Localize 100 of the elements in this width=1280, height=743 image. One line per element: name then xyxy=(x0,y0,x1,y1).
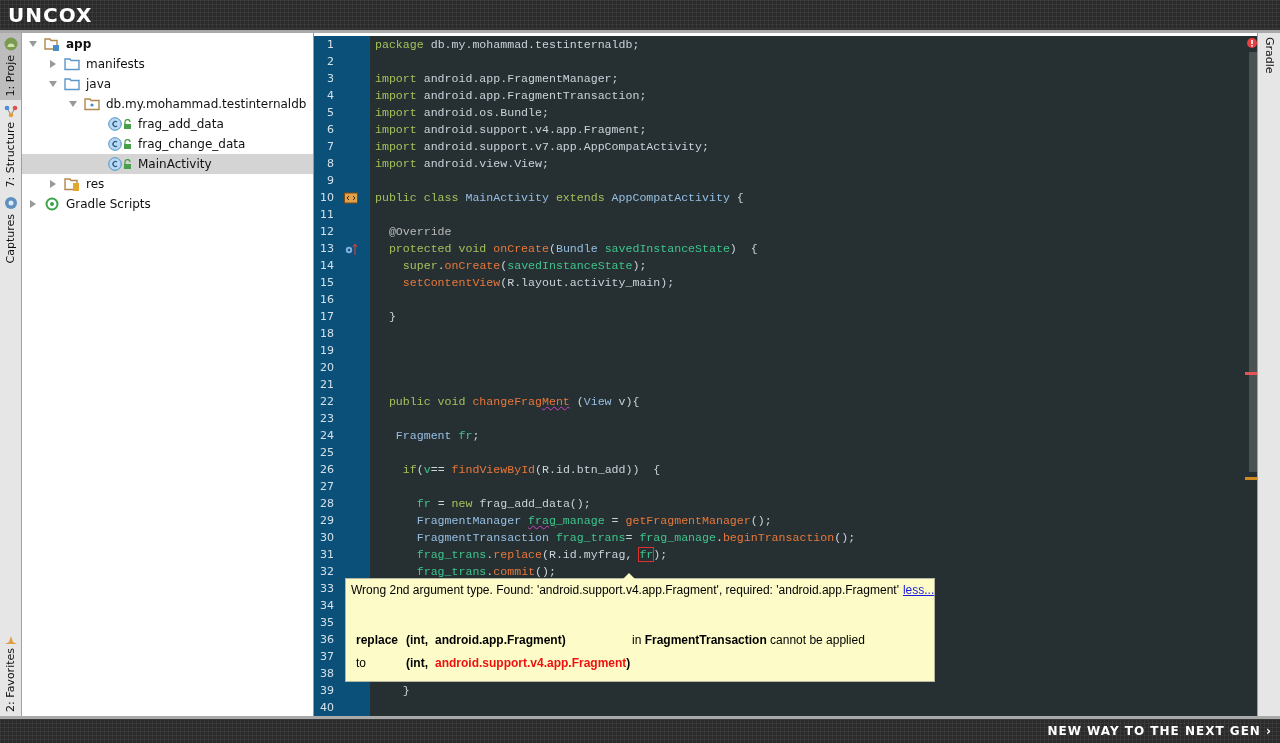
code-line: package db.my.mohammad.testinternaldb; xyxy=(375,38,640,51)
code-line: super.onCreate(savedInstanceState); xyxy=(401,259,647,272)
line-number: 22 xyxy=(319,395,334,408)
lock-icon xyxy=(123,139,132,149)
less-link[interactable]: less... xyxy=(902,583,935,597)
line-number: 24 xyxy=(319,429,334,442)
line-number: 30 xyxy=(319,531,334,544)
tool-window-tab[interactable]: Captures xyxy=(0,191,21,268)
lock-icon xyxy=(123,119,132,129)
line-number: 20 xyxy=(319,361,334,374)
signature-text: android.support.v4.app.Fragment) xyxy=(435,656,632,670)
line-number: 29 xyxy=(319,514,334,527)
tree-item[interactable]: app xyxy=(22,34,313,54)
tree-item[interactable]: java xyxy=(22,74,313,94)
signature-text: android.app.Fragment) xyxy=(435,633,567,647)
line-number: 2 xyxy=(326,55,334,68)
code-line: setContentView(R.layout.activity_main); xyxy=(401,276,675,289)
tree-item[interactable]: manifests xyxy=(22,54,313,74)
folder-icon xyxy=(64,77,80,91)
gradle-icon xyxy=(44,197,60,211)
error-message: Wrong 2nd argument type. Found: 'android.support.v4.app.Fragment', required: 'android.app.Fragment' xyxy=(351,583,899,597)
logo: UNCOX xyxy=(8,3,93,27)
code-line: frag_trans.commit(); xyxy=(415,565,556,578)
class-icon xyxy=(108,117,122,131)
collapse-arrow-icon[interactable] xyxy=(28,199,38,209)
code-line: } xyxy=(401,684,410,697)
line-number: 28 xyxy=(319,497,334,510)
resource-folder-icon xyxy=(64,177,80,191)
code-line: if(v== findViewById(R.id.btn_add)) { xyxy=(401,463,661,476)
tool-window-tab[interactable]: 2: Favorites xyxy=(0,632,21,716)
folder-icon xyxy=(64,57,80,71)
code-line: protected void onCreate(Bundle savedInstanceState) { xyxy=(387,242,758,255)
line-number: 36 xyxy=(319,633,334,646)
code-line: public class MainActivity extends AppCompatActivity { xyxy=(375,191,744,204)
line-number: 15 xyxy=(319,276,334,289)
line-number: 34 xyxy=(319,599,334,612)
line-number: 9 xyxy=(326,174,334,187)
module-folder-icon xyxy=(44,37,60,51)
line-number: 21 xyxy=(319,378,334,391)
code-line: import android.support.v4.app.Fragment; xyxy=(375,123,647,136)
line-number: 35 xyxy=(319,616,334,629)
code-line: import android.app.FragmentTransaction; xyxy=(375,89,647,102)
signature-text: (int, xyxy=(406,633,429,647)
code-line: import android.os.Bundle; xyxy=(375,106,549,119)
slogan: NEW WAY TO THE NEXT GEN › xyxy=(1047,724,1272,738)
code-line: import android.support.v7.app.AppCompatActivity; xyxy=(375,140,709,153)
code-line: Fragment fr; xyxy=(394,429,480,442)
expand-arrow-icon[interactable] xyxy=(28,39,38,49)
tree-item[interactable]: db.my.mohammad.testinternaldb xyxy=(22,94,313,114)
signature-text: to xyxy=(356,656,367,670)
package-icon xyxy=(84,97,100,111)
line-number: 10 xyxy=(319,191,334,204)
line-number: 8 xyxy=(326,157,334,170)
code-line: fr = new frag_add_data(); xyxy=(415,497,591,510)
line-number: 38 xyxy=(319,667,334,680)
signature-text: in FragmentTransaction cannot be applied xyxy=(632,633,866,647)
android-icon xyxy=(3,37,18,51)
line-number: 3 xyxy=(326,72,334,85)
line-number: 18 xyxy=(319,327,334,340)
line-number: 12 xyxy=(319,225,334,238)
tree-item[interactable]: frag_change_data xyxy=(22,134,313,154)
collapse-arrow-icon[interactable] xyxy=(48,179,58,189)
expand-arrow-icon[interactable] xyxy=(48,79,58,89)
line-number: 33 xyxy=(319,582,334,595)
error-icon[interactable] xyxy=(1247,38,1257,48)
line-number: 17 xyxy=(319,310,334,323)
structure-icon xyxy=(3,104,18,119)
line-number: 32 xyxy=(319,565,334,578)
tool-window-tab[interactable]: Gradle xyxy=(1258,33,1280,78)
code-line: public void changeFragMent (View v){ xyxy=(387,395,640,408)
tool-window-tab[interactable]: 1: Proje xyxy=(0,33,21,101)
line-number: 6 xyxy=(326,123,334,136)
code-line: @Override xyxy=(387,225,452,238)
line-number: 14 xyxy=(319,259,334,272)
collapse-arrow-icon[interactable] xyxy=(48,59,58,69)
line-number: 4 xyxy=(326,89,334,102)
line-number: 26 xyxy=(319,463,334,476)
signature-text: replace xyxy=(356,633,400,647)
line-number: 37 xyxy=(319,650,334,663)
lock-icon xyxy=(123,159,132,169)
line-number: 31 xyxy=(319,548,334,561)
line-number: 40 xyxy=(319,701,334,714)
class-icon xyxy=(108,137,122,151)
line-number: 11 xyxy=(319,208,334,221)
expand-arrow-icon[interactable] xyxy=(68,99,78,109)
override-marker-icon[interactable] xyxy=(345,242,357,255)
tree-item[interactable]: res xyxy=(22,174,313,194)
class-icon xyxy=(108,157,122,171)
tool-window-tab[interactable]: 7: Structure xyxy=(0,100,21,192)
tree-item[interactable]: frag_add_data xyxy=(22,114,313,134)
line-number: 19 xyxy=(319,344,334,357)
signature-text: (int, xyxy=(406,656,429,670)
implementation-marker-icon[interactable] xyxy=(344,191,358,204)
tree-item[interactable]: MainActivity xyxy=(22,154,313,174)
code-line: FragmentTransaction frag_trans= frag_manage.beginTransaction(); xyxy=(415,531,856,544)
tree-item[interactable]: Gradle Scripts xyxy=(22,194,313,214)
line-number: 16 xyxy=(319,293,334,306)
code-line: } xyxy=(387,310,396,323)
line-number: 7 xyxy=(326,140,334,153)
star-icon xyxy=(4,636,17,645)
